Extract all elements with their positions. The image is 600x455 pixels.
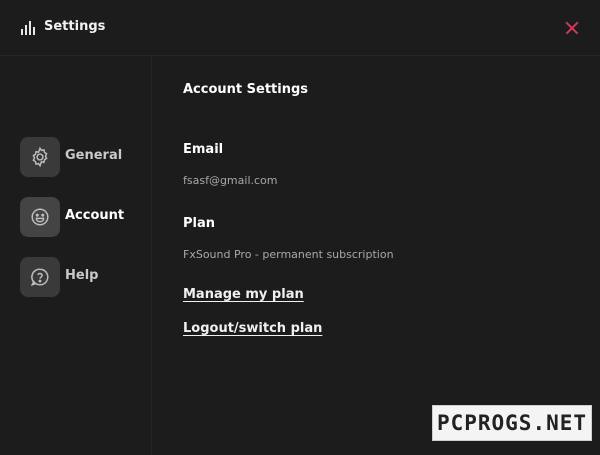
sidebar: General Account Help [0,57,152,455]
sidebar-item-account[interactable]: Account [20,197,145,237]
manage-plan-link[interactable]: Manage my plan [183,287,304,302]
email-label: Email [183,142,224,157]
watermark: PCPROGS.NET [432,405,592,441]
sidebar-item-label: General [65,148,123,163]
sidebar-item-label: Help [65,268,99,283]
page-title: Account Settings [183,82,309,97]
equalizer-bars-icon [21,21,37,35]
gear-icon [20,137,60,177]
plan-value: FxSound Pro - permanent subscription [183,248,394,261]
logout-link[interactable]: Logout/switch plan [183,321,322,336]
question-bubble-icon [20,257,60,297]
email-value: fsasf@gmail.com [183,174,278,187]
plan-label: Plan [183,216,216,231]
sidebar-item-general[interactable]: General [20,137,145,177]
smiley-icon [20,197,60,237]
sidebar-item-help[interactable]: Help [20,257,145,297]
account-settings-panel: Account Settings Email fsasf@gmail.com P… [183,0,583,455]
window-title: Settings [44,19,106,34]
sidebar-item-label: Account [65,208,125,223]
